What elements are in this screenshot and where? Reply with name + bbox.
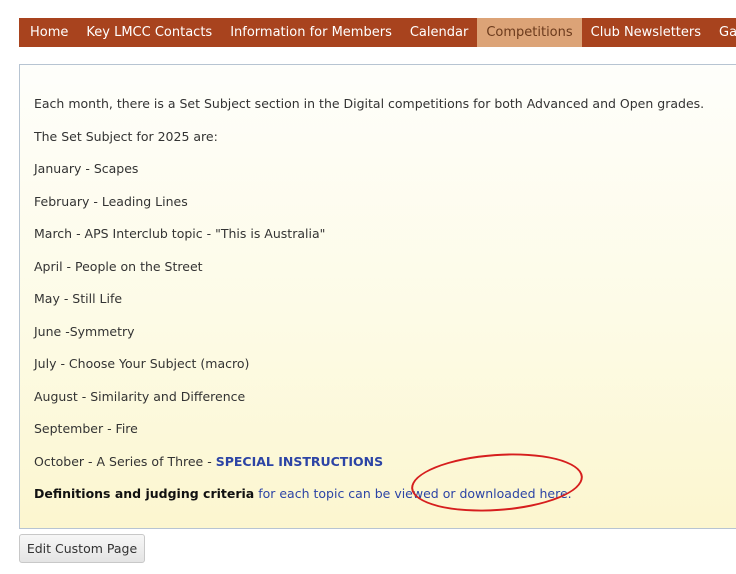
subject-october-text: October - A Series of Three - bbox=[34, 454, 216, 469]
intro-text: Each month, there is a Set Subject secti… bbox=[34, 96, 705, 111]
subject-september: September - Fire bbox=[34, 421, 138, 436]
set-subject-heading: The Set Subject for 2025 are: bbox=[34, 129, 218, 144]
nav-item-competitions[interactable]: Competitions bbox=[477, 18, 582, 47]
nav-item-home[interactable]: Home bbox=[19, 18, 77, 47]
nav-item-club-newsletters[interactable]: Club Newsletters bbox=[582, 18, 710, 47]
definitions-download-link[interactable]: for each topic can be viewed or download… bbox=[254, 486, 571, 501]
subject-march: March - APS Interclub topic - "This is A… bbox=[34, 226, 326, 241]
definitions-label: Definitions and judging criteria bbox=[34, 486, 255, 501]
subject-june: June -Symmetry bbox=[34, 324, 135, 339]
nav-item-information-for-members[interactable]: Information for Members bbox=[221, 18, 401, 47]
main-nav-bar: Home Key LMCC Contacts Information for M… bbox=[19, 18, 736, 47]
nav-item-calendar[interactable]: Calendar bbox=[401, 18, 477, 47]
subject-may: May - Still Life bbox=[34, 291, 123, 306]
edit-custom-page-button[interactable]: Edit Custom Page bbox=[19, 534, 145, 563]
custom-page-content: Each month, there is a Set Subject secti… bbox=[19, 64, 736, 529]
special-instructions-link[interactable]: SPECIAL INSTRUCTIONS bbox=[216, 454, 383, 469]
definitions-line: Definitions and judging criteria for eac… bbox=[34, 486, 572, 501]
subject-january: January - Scapes bbox=[34, 161, 139, 176]
subject-february: February - Leading Lines bbox=[34, 194, 188, 209]
subject-april: April - People on the Street bbox=[34, 259, 203, 274]
nav-item-key-lmcc-contacts[interactable]: Key LMCC Contacts bbox=[77, 18, 221, 47]
subject-october: October - A Series of Three - SPECIAL IN… bbox=[34, 454, 383, 469]
subject-july: July - Choose Your Subject (macro) bbox=[34, 356, 250, 371]
nav-item-galleries[interactable]: Galleries bbox=[710, 18, 736, 47]
subject-august: August - Similarity and Difference bbox=[34, 389, 246, 404]
